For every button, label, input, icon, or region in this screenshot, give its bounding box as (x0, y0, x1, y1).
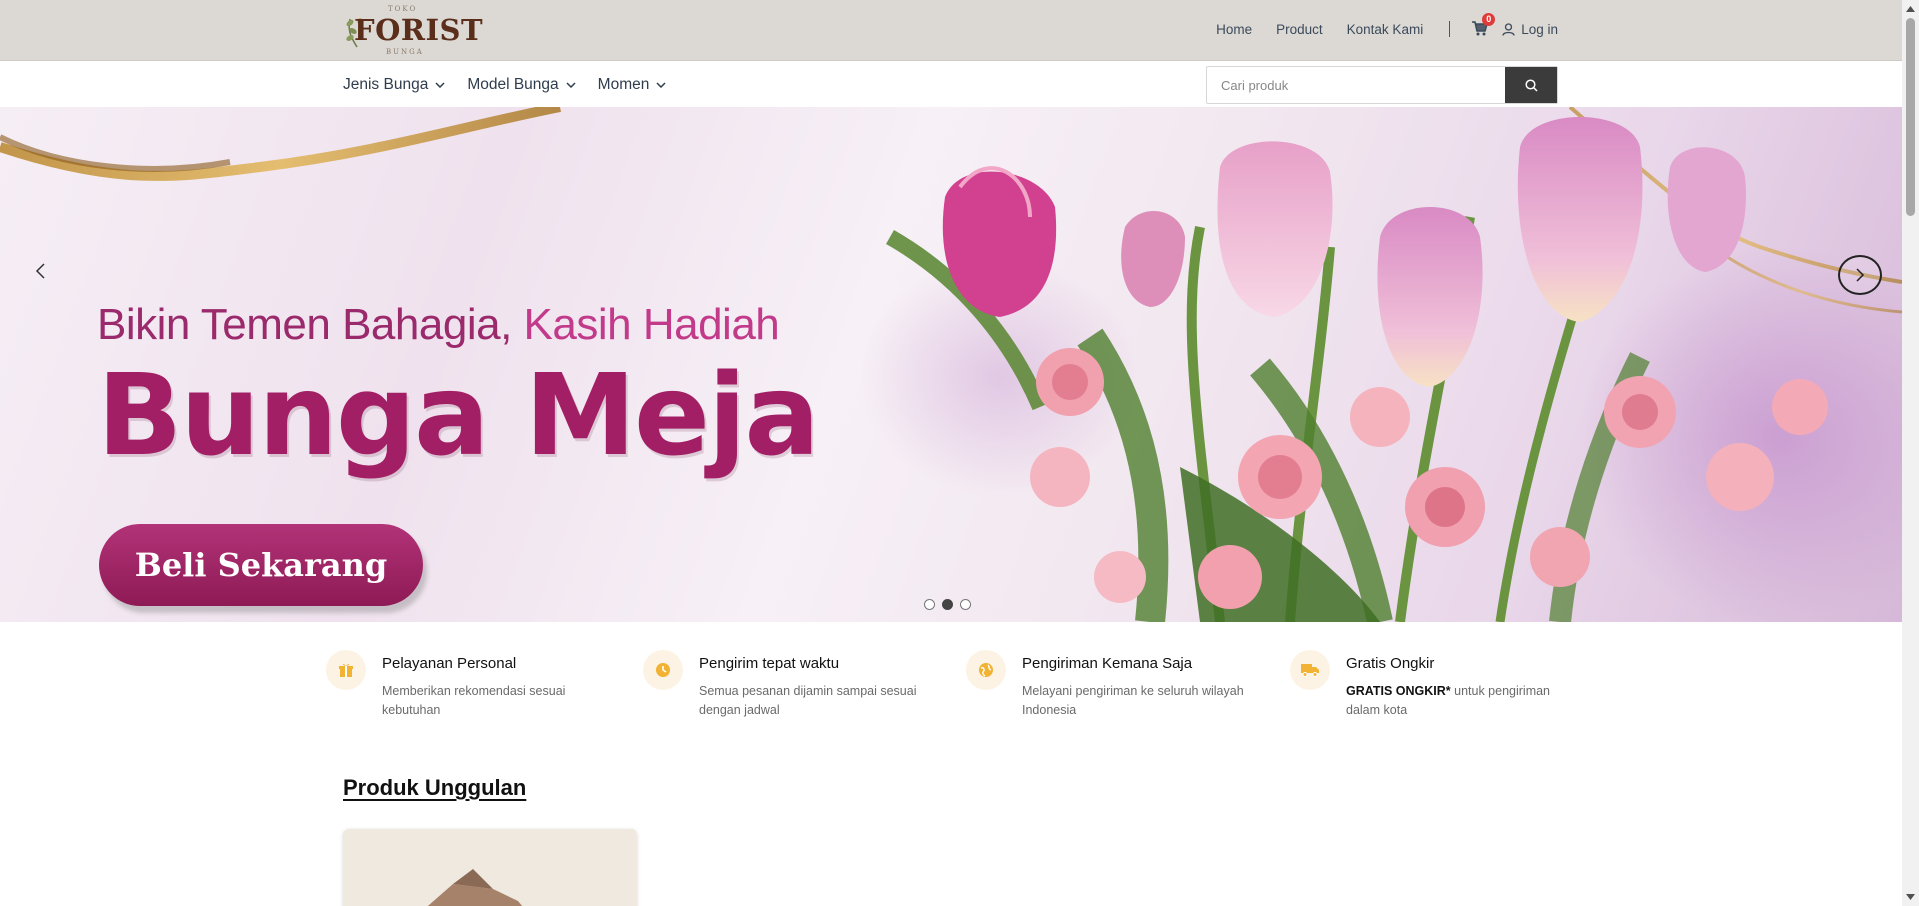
feature-title: Gratis Ongkir (1346, 655, 1435, 672)
hero-carousel: Bikin Temen Bahagia, Kasih Hadiah Bunga … (0, 107, 1902, 622)
menu-momen[interactable]: Momen (598, 76, 667, 94)
top-header: TOKO FORIST BUNGA Home Product Kontak Ka… (0, 0, 1902, 61)
feature-title: Pengiriman Kemana Saja (1022, 655, 1193, 672)
cart-button[interactable]: 0 (1472, 13, 1496, 37)
menu-model-bunga[interactable]: Model Bunga (467, 76, 576, 94)
hero-title: Bunga Meja (97, 351, 820, 481)
login-link[interactable]: Log in (1502, 22, 1558, 37)
search-bar (1206, 66, 1558, 104)
site-logo[interactable]: TOKO FORIST BUNGA (342, 5, 483, 56)
section-title-produk-unggulan: Produk Unggulan (343, 775, 527, 800)
feature-title: Pelayanan Personal (382, 655, 517, 672)
search-icon (1524, 78, 1538, 92)
carousel-dot-1[interactable] (924, 599, 935, 610)
chevron-down-icon (566, 82, 576, 88)
feature-desc: Memberikan rekomendasi sesuai kebutuhan (382, 684, 566, 717)
nav-divider (1449, 21, 1451, 37)
menu-jenis-bunga[interactable]: Jenis Bunga (343, 76, 445, 94)
user-icon (1502, 22, 1515, 36)
top-nav: Home Product Kontak Kami 0 Log in (1192, 13, 1558, 37)
nav-product[interactable]: Product (1276, 22, 1323, 37)
truck-icon (1290, 650, 1330, 690)
hero-headline: Bikin Temen Bahagia, Kasih Hadiah (97, 300, 780, 350)
cart-count-badge: 0 (1482, 13, 1496, 26)
feature-title: Pengirim tepat waktu (699, 655, 840, 672)
scrollbar-thumb[interactable] (1906, 18, 1915, 216)
feature-desc: GRATIS ONGKIR* untuk pengiriman dalam ko… (1346, 682, 1586, 720)
carousel-indicators (924, 599, 971, 610)
feature-desc-bold: GRATIS ONGKIR* (1346, 684, 1451, 698)
chevron-right-icon (1856, 268, 1865, 282)
page-scrollbar[interactable] (1902, 0, 1919, 906)
scroll-up-icon[interactable] (1906, 5, 1915, 13)
hero-headline-part1: Bikin Temen Bahagia, (97, 300, 512, 349)
product-card[interactable] (343, 829, 637, 906)
menu-label: Momen (597, 76, 650, 93)
menu-label: Model Bunga (467, 76, 559, 93)
chevron-down-icon (656, 82, 666, 88)
category-nav: Jenis Bunga Model Bunga Momen (0, 62, 1902, 107)
carousel-dot-3[interactable] (960, 599, 971, 610)
logo-text: FORIST (354, 13, 484, 47)
menu-label: Jenis Bunga (343, 76, 429, 93)
nav-kontak-kami[interactable]: Kontak Kami (1347, 22, 1424, 37)
hero-headline-part2: Kasih Hadiah (523, 300, 780, 349)
chevron-left-icon (35, 263, 45, 279)
globe-icon (966, 650, 1006, 690)
feature-list: Pelayanan Personal Memberikan rekomendas… (326, 650, 1566, 730)
beli-sekarang-button[interactable]: Beli Sekarang (99, 524, 423, 606)
feature-desc: Melayani pengiriman ke seluruh wilayah I… (1022, 684, 1244, 717)
product-image (343, 829, 637, 906)
scroll-down-icon[interactable] (1906, 893, 1915, 901)
login-label: Log in (1521, 21, 1558, 37)
category-menu: Jenis Bunga Model Bunga Momen (343, 76, 688, 94)
clock-icon (643, 650, 683, 690)
logo-bottom-text: BUNGA (386, 48, 424, 56)
gift-icon (326, 650, 366, 690)
search-input[interactable] (1207, 67, 1505, 103)
carousel-dot-2[interactable] (942, 599, 953, 610)
feature-desc: Semua pesanan dijamin sampai sesuai deng… (699, 684, 917, 717)
carousel-next-button[interactable] (1838, 255, 1882, 295)
nav-home[interactable]: Home (1216, 22, 1252, 37)
logo-top-text: TOKO (388, 5, 418, 13)
chevron-down-icon (435, 82, 445, 88)
carousel-prev-button[interactable] (30, 260, 52, 282)
search-button[interactable] (1505, 67, 1557, 103)
